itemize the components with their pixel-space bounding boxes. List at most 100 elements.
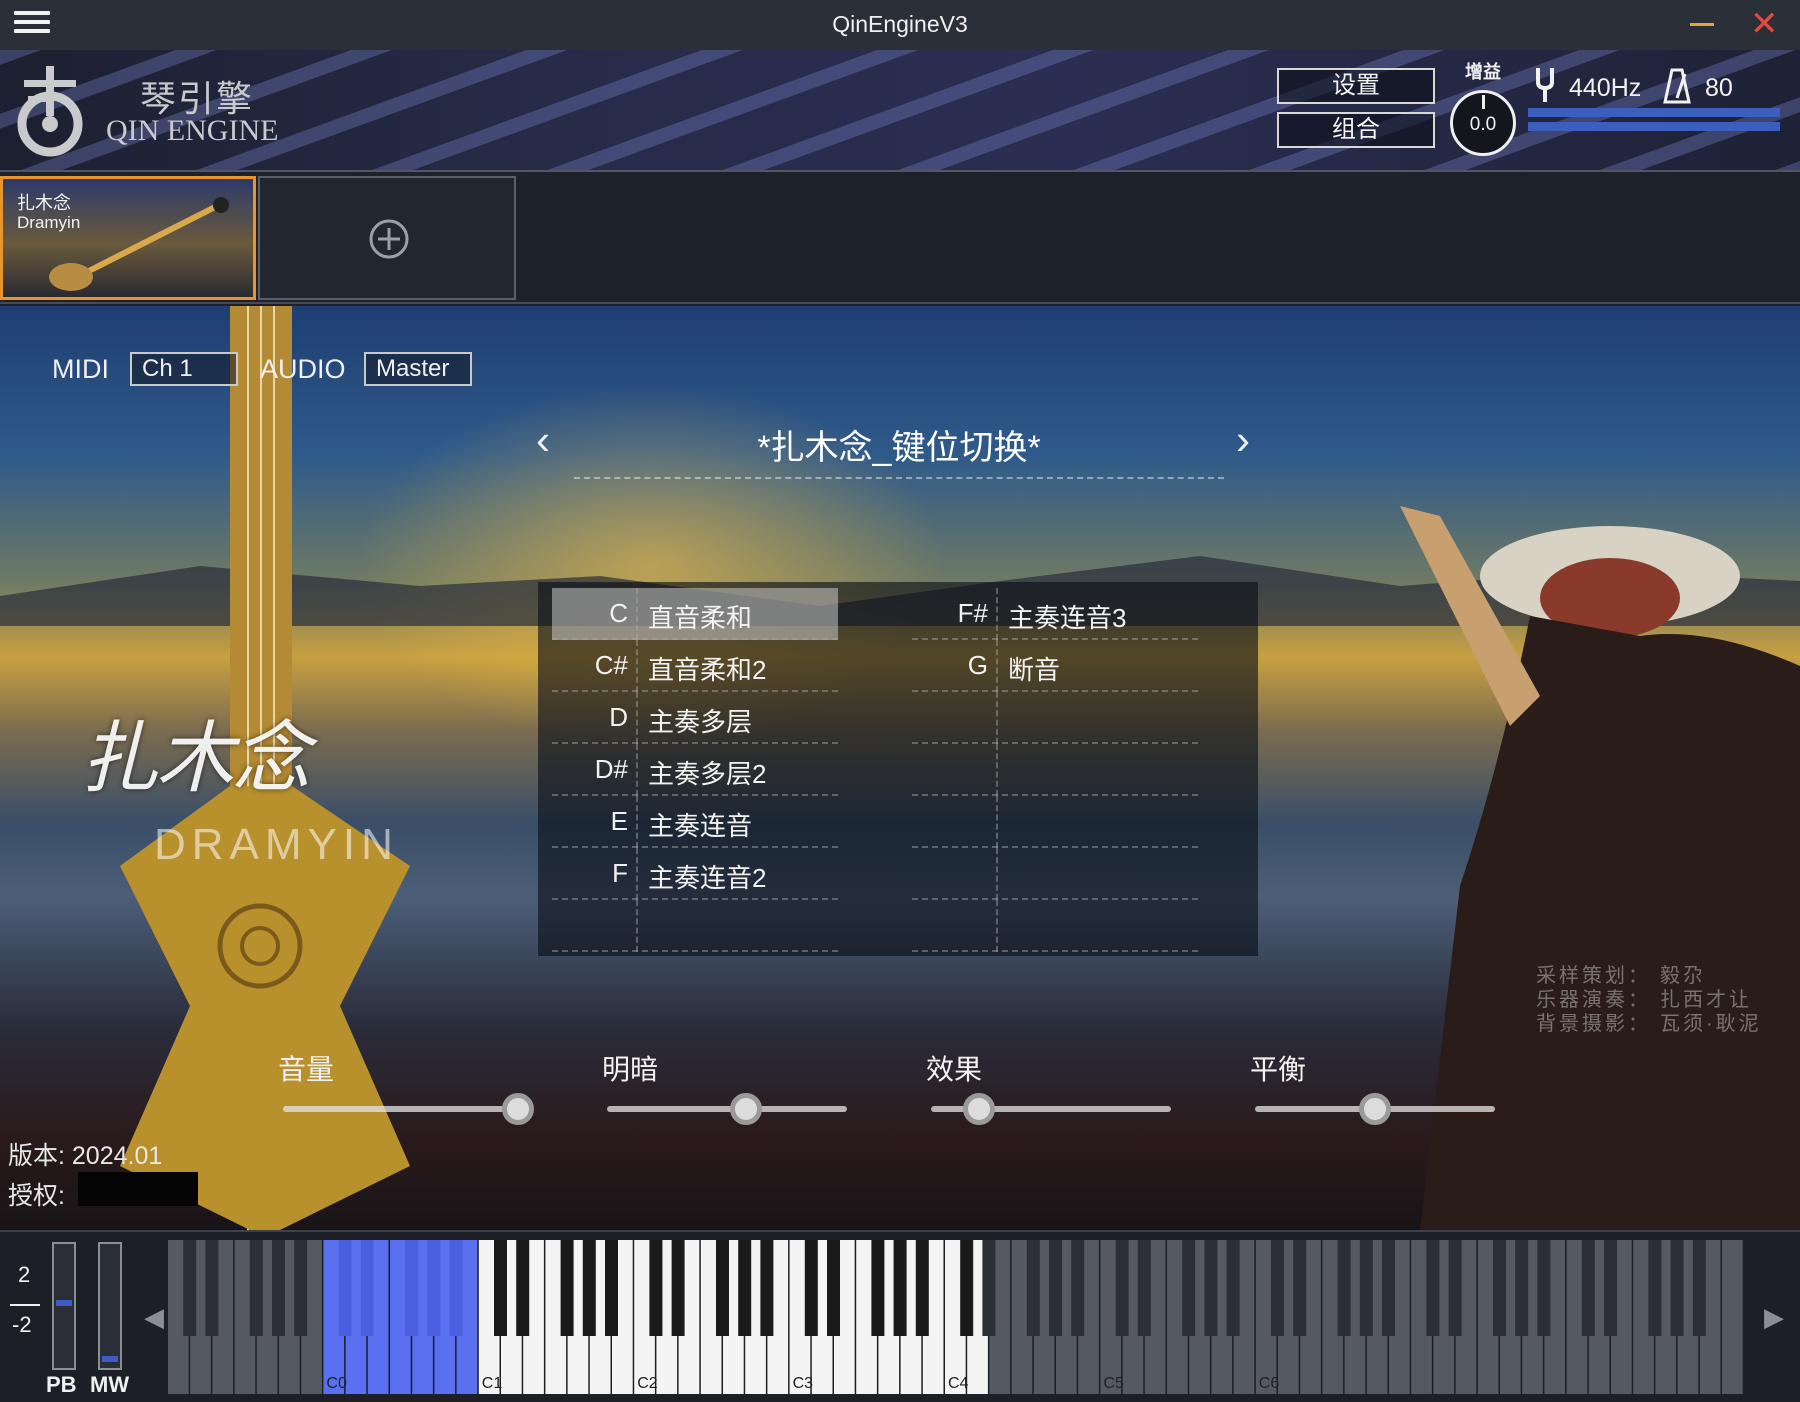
black-key[interactable] bbox=[205, 1240, 219, 1336]
keyswitch-row[interactable] bbox=[552, 900, 838, 952]
black-key[interactable] bbox=[738, 1240, 752, 1336]
keyswitch-row[interactable] bbox=[912, 744, 1198, 796]
black-key[interactable] bbox=[338, 1240, 352, 1336]
keyswitch-row[interactable]: F# 主奏连音3 bbox=[912, 588, 1198, 640]
black-key[interactable] bbox=[1493, 1240, 1506, 1336]
black-key[interactable] bbox=[1337, 1240, 1351, 1336]
black-key[interactable] bbox=[804, 1240, 818, 1336]
black-key[interactable] bbox=[1692, 1240, 1706, 1336]
keyswitch-row[interactable] bbox=[912, 796, 1198, 848]
brightness-slider[interactable] bbox=[607, 1093, 847, 1125]
black-key[interactable] bbox=[1026, 1240, 1040, 1336]
keyswitch-row[interactable]: G 断音 bbox=[912, 640, 1198, 692]
black-key[interactable] bbox=[1648, 1240, 1662, 1336]
black-key[interactable] bbox=[1115, 1240, 1129, 1336]
tempo-value[interactable]: 80 bbox=[1705, 74, 1733, 103]
balance-slider-thumb[interactable] bbox=[1359, 1093, 1391, 1125]
black-key[interactable] bbox=[405, 1240, 419, 1336]
keyswitch-row[interactable]: F 主奏连音2 bbox=[552, 848, 838, 900]
keyswitch-row[interactable]: C 直音柔和 bbox=[552, 588, 838, 640]
keyswitch-divider bbox=[996, 588, 998, 640]
tuning-fork-icon[interactable] bbox=[1534, 66, 1556, 102]
black-key[interactable] bbox=[1426, 1240, 1440, 1336]
keyswitch-row[interactable]: D# 主奏多层2 bbox=[552, 744, 838, 796]
volume-slider[interactable] bbox=[283, 1093, 535, 1125]
black-key[interactable] bbox=[360, 1240, 374, 1336]
keyswitch-row[interactable] bbox=[912, 692, 1198, 744]
metronome-icon[interactable] bbox=[1663, 68, 1691, 104]
black-key[interactable] bbox=[516, 1240, 530, 1336]
black-key[interactable] bbox=[582, 1240, 596, 1336]
tuning-frequency[interactable]: 440Hz bbox=[1569, 74, 1641, 103]
settings-button[interactable]: 设置 bbox=[1277, 68, 1435, 104]
black-key[interactable] bbox=[1448, 1240, 1462, 1336]
black-key[interactable] bbox=[915, 1240, 929, 1336]
black-key[interactable] bbox=[1382, 1240, 1395, 1336]
add-instrument-slot[interactable] bbox=[258, 176, 516, 300]
credit-value: 毅尕 bbox=[1660, 965, 1706, 987]
black-key[interactable] bbox=[183, 1240, 197, 1336]
black-key[interactable] bbox=[671, 1240, 685, 1336]
pitch-bend-range-down[interactable]: -2 bbox=[12, 1312, 32, 1338]
range-divider bbox=[10, 1304, 40, 1306]
preset-name[interactable]: *扎木念_键位切换* bbox=[574, 420, 1224, 479]
volume-slider-thumb[interactable] bbox=[502, 1093, 535, 1125]
preset-next-icon[interactable]: › bbox=[1236, 416, 1250, 464]
black-key[interactable] bbox=[649, 1240, 663, 1336]
black-key[interactable] bbox=[1182, 1240, 1196, 1336]
black-key[interactable] bbox=[560, 1240, 574, 1336]
close-icon[interactable]: ✕ bbox=[1750, 6, 1779, 42]
black-key[interactable] bbox=[1670, 1240, 1684, 1336]
black-key[interactable] bbox=[893, 1240, 907, 1336]
black-key[interactable] bbox=[605, 1240, 618, 1336]
piano-keyboard[interactable]: C0 C1 C2 C3 C4 C5 C6 bbox=[168, 1240, 1750, 1396]
black-key[interactable] bbox=[982, 1240, 996, 1336]
black-key[interactable] bbox=[1604, 1240, 1617, 1336]
black-key[interactable] bbox=[1204, 1240, 1218, 1336]
black-key[interactable] bbox=[1515, 1240, 1529, 1336]
mod-wheel[interactable] bbox=[98, 1242, 122, 1370]
midi-channel-select[interactable]: Ch 1 bbox=[130, 352, 238, 386]
black-key[interactable] bbox=[1049, 1240, 1062, 1336]
black-key[interactable] bbox=[427, 1240, 441, 1336]
keyswitch-row[interactable]: C# 直音柔和2 bbox=[552, 640, 838, 692]
effect-slider-thumb[interactable] bbox=[963, 1093, 995, 1125]
black-key[interactable] bbox=[960, 1240, 974, 1336]
black-key[interactable] bbox=[1137, 1240, 1151, 1336]
black-key[interactable] bbox=[272, 1240, 285, 1336]
keyboard-scroll-left-icon[interactable]: ◀ bbox=[144, 1302, 164, 1333]
instrument-slot-dramyin[interactable]: 扎木念 Dramyin bbox=[0, 176, 256, 300]
keyswitch-row[interactable]: E 主奏连音 bbox=[552, 796, 838, 848]
keyboard-scroll-right-icon[interactable]: ▶ bbox=[1764, 1302, 1784, 1333]
black-key[interactable] bbox=[716, 1240, 729, 1336]
balance-slider[interactable] bbox=[1255, 1093, 1495, 1125]
credit-row: 乐器演奏： 扎西才让 bbox=[1536, 988, 1762, 1012]
pitch-bend-range-up[interactable]: 2 bbox=[18, 1262, 30, 1288]
preset-prev-icon[interactable]: ‹ bbox=[536, 416, 550, 464]
audio-output-select[interactable]: Master bbox=[364, 352, 472, 386]
black-key[interactable] bbox=[760, 1240, 774, 1336]
keyswitch-row[interactable] bbox=[912, 900, 1198, 952]
black-key[interactable] bbox=[1071, 1240, 1085, 1336]
brightness-slider-thumb[interactable] bbox=[730, 1093, 763, 1125]
black-key[interactable] bbox=[1271, 1240, 1284, 1336]
effect-slider[interactable] bbox=[931, 1093, 1171, 1125]
black-key[interactable] bbox=[871, 1240, 885, 1336]
black-key[interactable] bbox=[1581, 1240, 1595, 1336]
black-key[interactable] bbox=[827, 1240, 840, 1336]
combo-button[interactable]: 组合 bbox=[1277, 112, 1435, 148]
pitch-bend-wheel[interactable] bbox=[52, 1242, 76, 1370]
keyswitch-row[interactable] bbox=[912, 848, 1198, 900]
keyswitch-row[interactable]: D 主奏多层 bbox=[552, 692, 838, 744]
black-key[interactable] bbox=[249, 1240, 263, 1336]
black-key[interactable] bbox=[1293, 1240, 1307, 1336]
black-key[interactable] bbox=[1537, 1240, 1551, 1336]
black-key[interactable] bbox=[1359, 1240, 1373, 1336]
minimize-icon[interactable] bbox=[1690, 23, 1714, 26]
black-key[interactable] bbox=[1226, 1240, 1240, 1336]
black-key[interactable] bbox=[294, 1240, 308, 1336]
gain-knob[interactable]: 0.0 bbox=[1450, 90, 1516, 156]
black-key[interactable] bbox=[494, 1240, 507, 1336]
white-key[interactable] bbox=[1722, 1240, 1743, 1394]
black-key[interactable] bbox=[449, 1240, 463, 1336]
